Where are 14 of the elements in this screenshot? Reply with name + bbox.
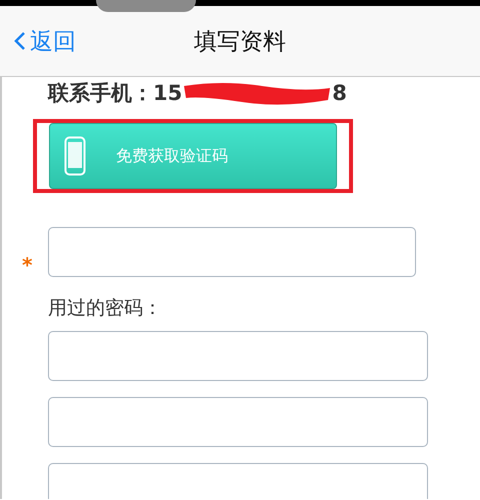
phone-number: 8 [332,81,347,105]
field-label: 用过的密码： [48,296,163,321]
chevron-left-icon [14,31,26,51]
required-mark: * [22,253,32,277]
phone-number: 15 [153,81,182,105]
get-code-button[interactable]: 免费获取验证码 [49,123,337,189]
input-field[interactable] [48,331,428,381]
phone-icon [64,136,86,176]
input-field[interactable] [48,227,416,277]
input-field[interactable] [48,397,428,447]
page-title: 填写资料 [194,28,286,56]
back-link[interactable]: 返回 [14,26,76,56]
input-field[interactable] [48,463,428,499]
phone-label: 联系手机： [48,80,153,107]
